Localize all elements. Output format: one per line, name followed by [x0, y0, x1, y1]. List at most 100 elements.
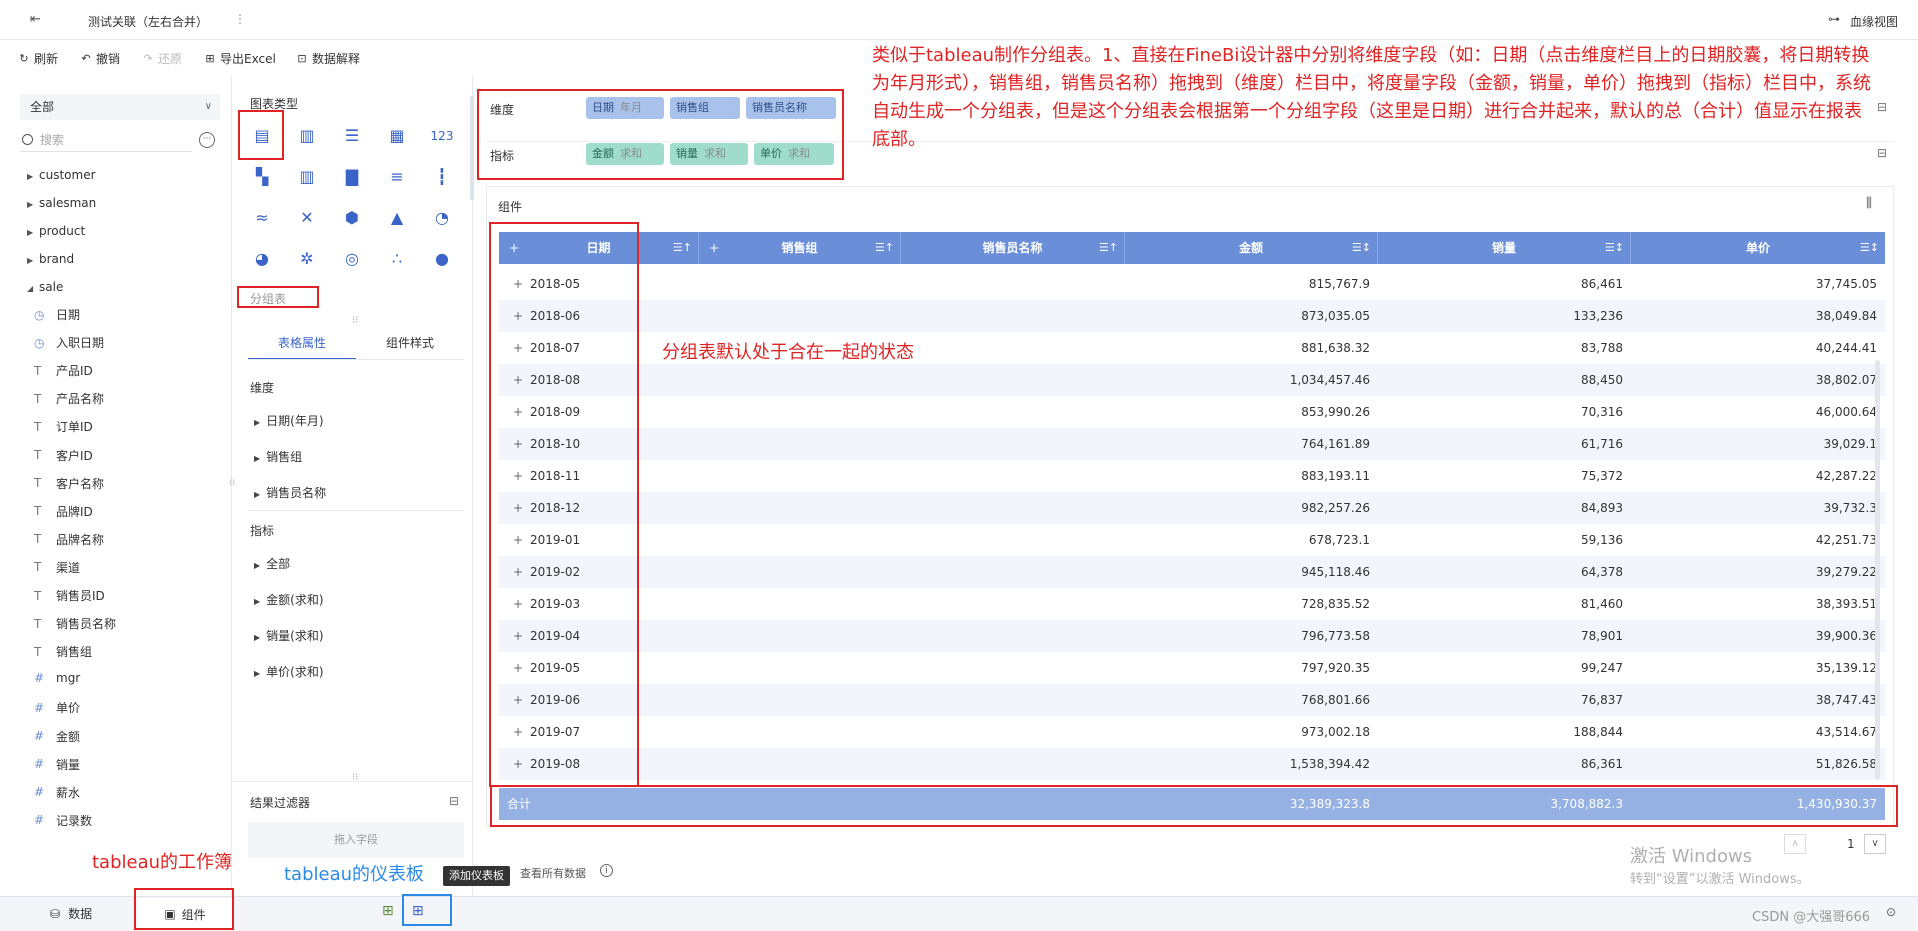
field-item[interactable]: T 销售员名称: [34, 615, 116, 632]
help-icon[interactable]: ⊙: [1886, 905, 1896, 919]
info-icon[interactable]: i: [600, 864, 613, 877]
tree-item-sale[interactable]: ◢ sale: [27, 280, 63, 294]
polygon-icon[interactable]: ⬢: [339, 207, 365, 229]
field-label: 销售员ID: [56, 589, 105, 603]
sort-icon[interactable]: ☰↕: [1352, 232, 1371, 264]
tree-item-salesman[interactable]: ▶ salesman: [27, 196, 96, 210]
export-excel-button[interactable]: ⊞ 导出Excel: [204, 50, 275, 67]
caret-right-icon: ▶: [254, 454, 261, 463]
search-input[interactable]: 搜索: [20, 128, 192, 152]
col-header-salesman[interactable]: 销售员名称 ☰↑: [901, 232, 1125, 264]
chart-settings-icon[interactable]: ⫼: [1866, 196, 1872, 211]
field-item[interactable]: ◷ 日期: [34, 306, 80, 323]
table-scrollbar[interactable]: [1875, 360, 1880, 780]
horizontal-bar-icon[interactable]: ≡: [384, 166, 410, 188]
lock-icon[interactable]: ⊟: [1877, 146, 1887, 160]
redo-button[interactable]: ↷ 还原: [142, 50, 182, 67]
page-prev-button[interactable]: ∧: [1784, 834, 1806, 854]
crosstab-icon[interactable]: ▥: [294, 125, 320, 147]
page-next-button[interactable]: ∨: [1864, 834, 1886, 854]
sort-icon[interactable]: ☰↕: [1860, 232, 1879, 264]
polar-icon[interactable]: ◎: [339, 248, 365, 270]
field-item[interactable]: T 品牌名称: [34, 531, 104, 548]
prop-measure-qty[interactable]: ▶ 销量(求和): [254, 627, 324, 644]
prop-dim-date[interactable]: ▶ 日期(年月): [254, 412, 324, 429]
sort-icon[interactable]: ☰↑: [673, 232, 692, 264]
field-item[interactable]: T 订单ID: [34, 418, 93, 435]
tab-table-props[interactable]: 表格属性: [278, 334, 326, 351]
scatter-icon[interactable]: ∴: [384, 248, 410, 270]
field-item[interactable]: # 记录数: [34, 812, 92, 829]
field-item[interactable]: T 产品名称: [34, 390, 104, 407]
tile-icon[interactable]: ▦: [384, 125, 410, 147]
tree-item-product[interactable]: ▶ product: [27, 224, 85, 238]
prop-dim-group[interactable]: ▶ 销售组: [254, 448, 302, 465]
chart-grid-scrollbar[interactable]: [470, 96, 474, 200]
sort-icon[interactable]: ☰↕: [1605, 232, 1624, 264]
table-row: +2019-07 973,002.18 188,844 43,514.67: [499, 716, 1885, 748]
field-item[interactable]: # 金额: [34, 728, 80, 745]
detail-table-icon[interactable]: ☰: [339, 125, 365, 147]
field-item[interactable]: T 销售员ID: [34, 587, 105, 604]
back-icon[interactable]: ⇤: [30, 12, 41, 27]
hash-icon: #: [34, 729, 45, 743]
col-header-qty[interactable]: 销量 ☰↕: [1378, 232, 1631, 264]
lineage-view-button[interactable]: 血缘视图: [1850, 13, 1898, 30]
sort-icon[interactable]: ☰↑: [875, 232, 894, 264]
tree-item-brand[interactable]: ▶ brand: [27, 252, 74, 266]
filter-drop-zone[interactable]: 拖入字段: [248, 822, 464, 858]
kpi-icon[interactable]: 123: [429, 125, 455, 147]
field-item[interactable]: T 客户ID: [34, 447, 93, 464]
refresh-button[interactable]: ↻ 刷新: [18, 50, 58, 67]
pie-icon[interactable]: ◕: [249, 248, 275, 270]
field-item[interactable]: T 品牌ID: [34, 503, 93, 520]
range-bar-icon[interactable]: ┇: [429, 166, 455, 188]
tree-label: sale: [39, 280, 64, 294]
tab-data[interactable]: ⛁ 数据: [50, 905, 92, 922]
sort-icon[interactable]: ☰↑: [1099, 232, 1118, 264]
data-explain-button[interactable]: ⊡ 数据解释: [296, 50, 360, 67]
prop-dim-salesman[interactable]: ▶ 销售员名称: [254, 484, 326, 501]
undo-button[interactable]: ↶ 撤销: [80, 50, 120, 67]
field-item[interactable]: # mgr: [34, 671, 80, 685]
panel-resize-handle[interactable]: ⁝⁝: [229, 478, 235, 489]
column-icon[interactable]: ▇: [339, 166, 365, 188]
field-item[interactable]: T 销售组: [34, 643, 92, 660]
lock-icon[interactable]: ⊟: [449, 794, 459, 808]
more-icon[interactable]: ⋮: [234, 12, 246, 26]
field-item[interactable]: T 客户名称: [34, 475, 104, 492]
tab-component-style[interactable]: 组件样式: [386, 334, 434, 351]
line-icon[interactable]: ≈: [249, 207, 275, 229]
gauge-icon[interactable]: ◔: [429, 207, 455, 229]
field-item[interactable]: T 渠道: [34, 559, 80, 576]
lineage-icon[interactable]: ⊶: [1828, 12, 1840, 26]
rose-icon[interactable]: ✲: [294, 248, 320, 270]
field-item[interactable]: # 销量: [34, 756, 80, 773]
expand-icon[interactable]: +: [709, 232, 719, 264]
col-header-price[interactable]: 单价 ☰↕: [1631, 232, 1885, 264]
tab-data-label: 数据: [68, 907, 93, 921]
stacked-bar-icon[interactable]: ▥: [294, 166, 320, 188]
prop-measure-all[interactable]: ▶ 全部: [254, 555, 290, 572]
table-select[interactable]: 全部 ∨: [20, 94, 220, 120]
bubble-icon[interactable]: ●: [429, 248, 455, 270]
add-component-icon[interactable]: ⊞: [382, 903, 394, 919]
prop-label: 销售员名称: [266, 486, 327, 500]
radar-line-icon[interactable]: ✕: [294, 207, 320, 229]
more-options-icon[interactable]: ···: [199, 132, 215, 148]
field-item[interactable]: T 产品ID: [34, 362, 93, 379]
cell-price: 39,029.1: [1823, 437, 1877, 451]
lock-icon[interactable]: ⊟: [1877, 100, 1887, 114]
grouped-bar-icon[interactable]: ▚: [249, 166, 275, 188]
col-header-group[interactable]: + 销售组 ☰↑: [699, 232, 901, 264]
field-item[interactable]: ◷ 入职日期: [34, 334, 104, 351]
prop-measure-price[interactable]: ▶ 单价(求和): [254, 663, 324, 680]
area-icon[interactable]: ▲: [384, 207, 410, 229]
view-all-data-link[interactable]: 查看所有数据: [520, 865, 586, 881]
tree-item-customer[interactable]: ▶ customer: [27, 168, 96, 182]
field-item[interactable]: # 单价: [34, 699, 80, 716]
prop-measure-amount[interactable]: ▶ 金额(求和): [254, 591, 324, 608]
drag-handle-icon[interactable]: ⁝⁝: [352, 315, 358, 326]
field-item[interactable]: # 薪水: [34, 784, 80, 801]
col-header-amount[interactable]: 金额 ☰↕: [1125, 232, 1378, 264]
